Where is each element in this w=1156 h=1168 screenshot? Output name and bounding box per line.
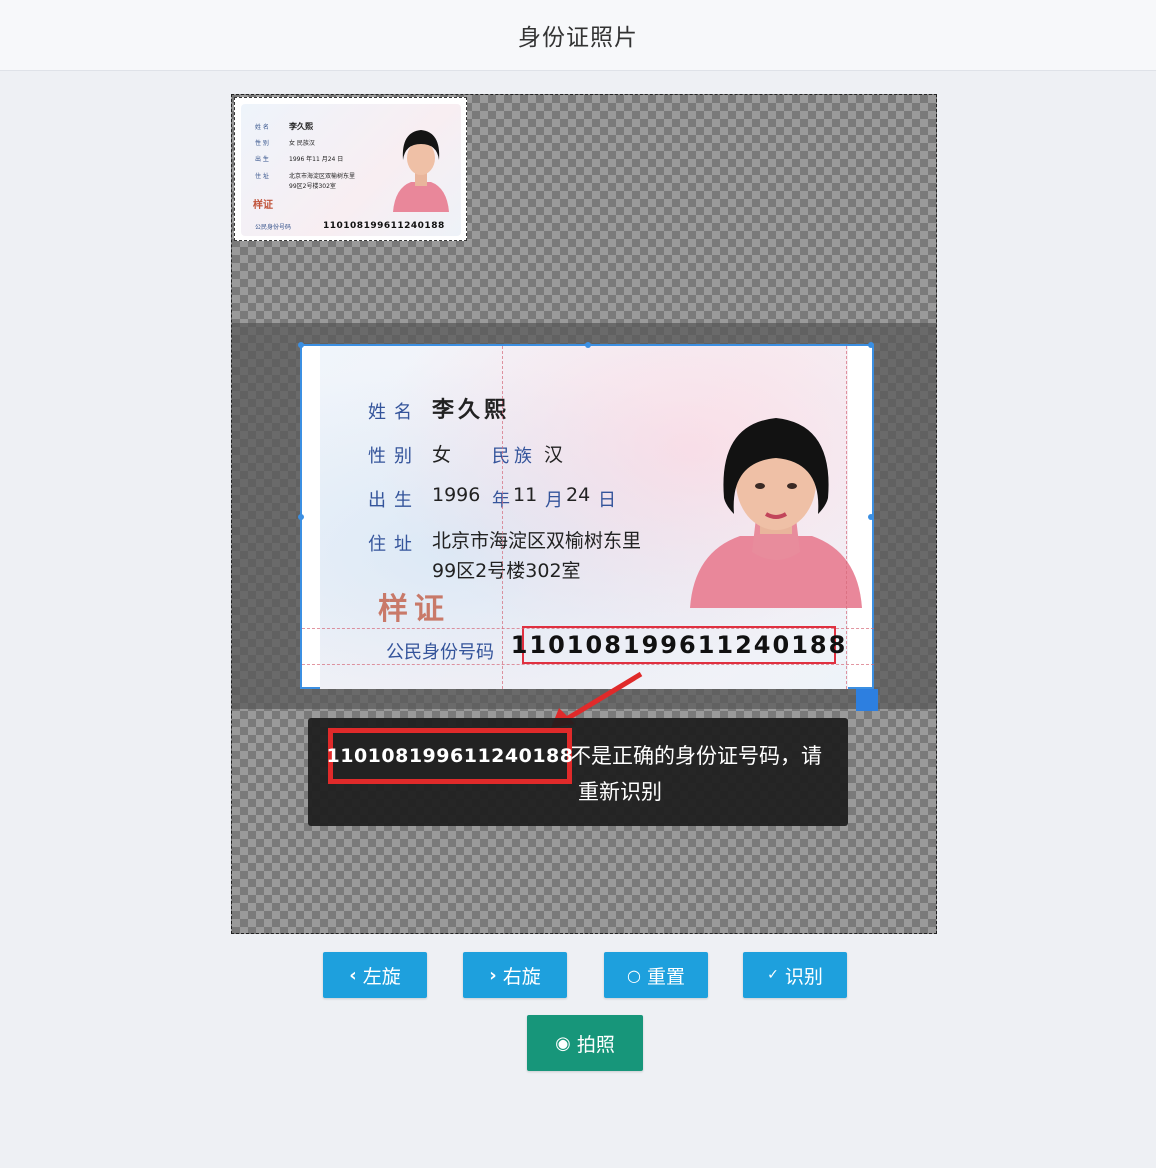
crop-guide-line (302, 664, 874, 665)
crop-guide-line (502, 346, 503, 689)
birth-month-unit: 月 (545, 490, 563, 511)
address-label: 住址 (368, 534, 420, 555)
thumb-value-sex: 女 民族汉 (289, 140, 315, 147)
crop-guide-line (846, 346, 847, 689)
portrait-image (690, 418, 862, 608)
capture-button[interactable]: ◉ 拍照 (527, 1015, 643, 1071)
chevron-left-icon: ‹ (349, 964, 357, 986)
thumb-label-name: 姓 名 (255, 124, 269, 131)
thumb-stamp: 样证 (253, 200, 273, 211)
thumb-value-name: 李久熙 (289, 122, 313, 131)
thumb-label-id: 公民身份号码 (255, 224, 292, 231)
sex-value: 女 (432, 444, 452, 466)
thumb-label-sex: 性 别 (255, 140, 269, 147)
crop-resize-handle[interactable] (856, 689, 878, 711)
address-line1: 北京市海淀区双榆树东里 (432, 530, 642, 552)
ethnicity-value: 汉 (544, 444, 564, 466)
camera-icon: ◉ (555, 1032, 571, 1054)
crop-canvas[interactable]: 姓 名 李久熙 性 别 女 民族汉 出 生 1996 年11 月24 日 住 址… (231, 94, 937, 934)
crop-selection-box[interactable]: 姓名 李久熙 性别 女 民族 汉 出生 1996 年 11 月 24 日 住址 … (298, 342, 874, 689)
id-card-thumbnail: 姓 名 李久熙 性 别 女 民族汉 出 生 1996 年11 月24 日 住 址… (234, 97, 467, 241)
sample-stamp: 样证 (378, 592, 450, 627)
birth-year: 1996 (432, 484, 481, 506)
reset-button[interactable]: ○ 重置 (604, 952, 708, 998)
ethnicity-label: 民族 (492, 446, 536, 467)
thumb-portrait-image (393, 130, 449, 212)
thumb-value-address2: 99区2号楼302室 (289, 183, 336, 190)
chevron-right-icon: › (489, 964, 497, 986)
birth-month: 11 (513, 484, 538, 506)
check-icon: ✓ (767, 967, 779, 983)
refresh-icon: ○ (627, 965, 641, 985)
rotate-left-button[interactable]: ‹ 左旋 (323, 952, 427, 998)
thumb-value-address1: 北京市海淀区双榆树东里 (289, 173, 356, 180)
crop-handle-right[interactable] (868, 514, 874, 520)
thumb-value-birth: 1996 年11 月24 日 (289, 156, 344, 163)
rotate-right-button[interactable]: › 右旋 (463, 952, 567, 998)
birth-year-unit: 年 (492, 490, 510, 511)
reset-label: 重置 (646, 965, 685, 988)
page-header: 身份证照片 (0, 0, 1156, 71)
recognize-label: 识别 (784, 965, 823, 988)
recognize-button[interactable]: ✓ 识别 (743, 952, 847, 998)
error-toast: 不是正确的身份证号码，请 重新识别 110108199611240188 (308, 718, 848, 826)
crop-handle-top[interactable] (585, 342, 591, 348)
thumbnail-card: 姓 名 李久熙 性 别 女 民族汉 出 生 1996 年11 月24 日 住 址… (241, 104, 461, 236)
sex-label: 性别 (368, 446, 420, 467)
capture-label: 拍照 (576, 1033, 615, 1056)
crop-guide-line (302, 628, 874, 629)
rotate-right-label: 右旋 (502, 965, 541, 988)
crop-handle-top-left[interactable] (298, 342, 304, 348)
rotate-left-label: 左旋 (362, 965, 401, 988)
name-label: 姓名 (368, 402, 420, 423)
crop-handle-top-right[interactable] (868, 342, 874, 348)
id-number-label: 公民身份号码 (386, 642, 494, 663)
page-title: 身份证照片 (518, 25, 638, 51)
thumb-id-number: 110108199611240188 (323, 221, 445, 231)
toast-id-number: 110108199611240188 (327, 728, 573, 784)
address-line2: 99区2号楼302室 (432, 560, 581, 582)
id-number-box: 110108199611240188 (511, 626, 845, 664)
id-card-front: 姓名 李久熙 性别 女 民族 汉 出生 1996 年 11 月 24 日 住址 … (320, 346, 862, 689)
birth-day: 24 (566, 484, 591, 506)
birth-day-unit: 日 (598, 490, 616, 511)
crop-handle-left[interactable] (298, 514, 304, 520)
birth-label: 出生 (368, 490, 420, 511)
thumb-label-birth: 出 生 (255, 156, 269, 163)
thumb-label-address: 住 址 (255, 173, 269, 180)
name-value: 李久熙 (432, 398, 511, 423)
